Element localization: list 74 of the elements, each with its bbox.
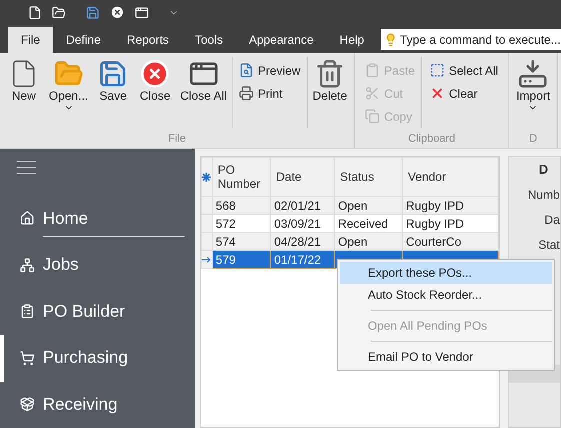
paste-icon xyxy=(365,63,380,78)
menu-icon[interactable] xyxy=(17,161,36,174)
print-icon xyxy=(239,86,254,101)
ribbon-tab[interactable]: Help xyxy=(326,27,378,53)
ribbon-tab[interactable]: Tools xyxy=(182,27,236,53)
table-cell: 04/28/21 xyxy=(270,232,335,250)
close-icon xyxy=(140,59,170,89)
command-search-field[interactable]: Type a command to execute... xyxy=(381,29,561,50)
open-folder-icon[interactable] xyxy=(52,6,66,20)
ribbon-tab[interactable]: Define xyxy=(53,27,114,53)
table-cell: 03/09/21 xyxy=(270,214,335,232)
new-file-icon[interactable] xyxy=(28,6,42,20)
column-header[interactable]: Date xyxy=(270,158,335,196)
column-header[interactable]: PO Number xyxy=(212,158,271,196)
table-cell: Rugby IPD xyxy=(402,214,498,232)
ribbon-button[interactable]: Close xyxy=(135,57,176,115)
table-cell: 01/17/22 xyxy=(270,250,335,268)
ribbon-button[interactable]: Open... xyxy=(46,57,92,115)
sidebar-item[interactable]: Purchasing xyxy=(0,335,195,382)
ribbon-button[interactable]: Print xyxy=(239,84,301,103)
new-row-icon xyxy=(202,172,212,182)
ribbon-button[interactable]: Preview xyxy=(239,61,301,80)
ribbon-tab[interactable]: Appearance xyxy=(236,27,327,53)
menu-item[interactable]: Email PO to Vendor xyxy=(340,346,552,368)
field-label: Stat xyxy=(538,238,560,252)
table-cell: Received xyxy=(334,214,403,232)
cut-icon xyxy=(365,86,380,101)
table-cell: 568 xyxy=(212,196,271,214)
ribbon-button[interactable]: Import xyxy=(513,57,554,115)
trash-icon xyxy=(315,59,346,89)
table-cell: 574 xyxy=(212,232,271,250)
ribbon-group-label: D xyxy=(528,132,538,146)
save-icon[interactable] xyxy=(86,6,100,20)
table-cell: 02/01/21 xyxy=(270,196,335,214)
sidebar-item[interactable]: Home xyxy=(0,196,195,242)
sidebar-item[interactable]: PO Builder xyxy=(0,288,195,336)
current-row-arrow-icon xyxy=(202,256,212,262)
ribbon-group-label: File xyxy=(167,132,188,146)
clipboard-icon xyxy=(20,304,35,320)
table-cell: Rugby IPD xyxy=(402,196,498,214)
table-cell: 572 xyxy=(212,214,271,232)
ribbon-button[interactable]: Delete xyxy=(310,57,350,115)
ribbon-button[interactable]: New xyxy=(4,57,44,115)
home-icon xyxy=(20,211,35,226)
table-cell: CourterCo xyxy=(402,232,498,250)
table-cell: Open xyxy=(334,232,403,250)
field-label: Da xyxy=(544,213,560,227)
ribbon-tab[interactable]: File xyxy=(8,27,54,53)
panel-heading: D xyxy=(538,162,548,177)
cart-icon xyxy=(20,350,35,366)
column-header[interactable]: Vendor xyxy=(402,158,498,196)
boxes-icon xyxy=(20,397,35,412)
copy-icon xyxy=(365,109,380,124)
hierarchy-icon xyxy=(20,258,35,273)
sidebar-item[interactable]: Receiving xyxy=(0,382,195,428)
menu-item[interactable]: Auto Stock Reorder... xyxy=(340,284,552,306)
field-label: Numb xyxy=(528,188,560,202)
ribbon-button[interactable]: Close All xyxy=(177,57,230,115)
save-icon xyxy=(98,59,128,89)
table-cell: 579 xyxy=(212,250,271,268)
select-all-icon xyxy=(430,63,446,78)
menu-item[interactable]: Export these POs... xyxy=(340,262,552,284)
ribbon-button[interactable]: Clear xyxy=(430,84,498,103)
import-icon xyxy=(518,59,548,89)
ribbon-button[interactable]: Save xyxy=(93,57,134,115)
ribbon-tab[interactable]: Reports xyxy=(114,27,182,53)
sidebar-item[interactable]: Jobs xyxy=(0,242,195,289)
column-header[interactable]: Status xyxy=(334,158,403,196)
close-icon[interactable] xyxy=(110,5,125,20)
table-cell: Open xyxy=(334,196,403,214)
ribbon-button[interactable]: Select All xyxy=(430,61,498,80)
ribbon-group-label: Clipboard xyxy=(407,132,456,146)
preview-icon xyxy=(239,63,254,78)
close-all-icon[interactable] xyxy=(135,6,149,20)
